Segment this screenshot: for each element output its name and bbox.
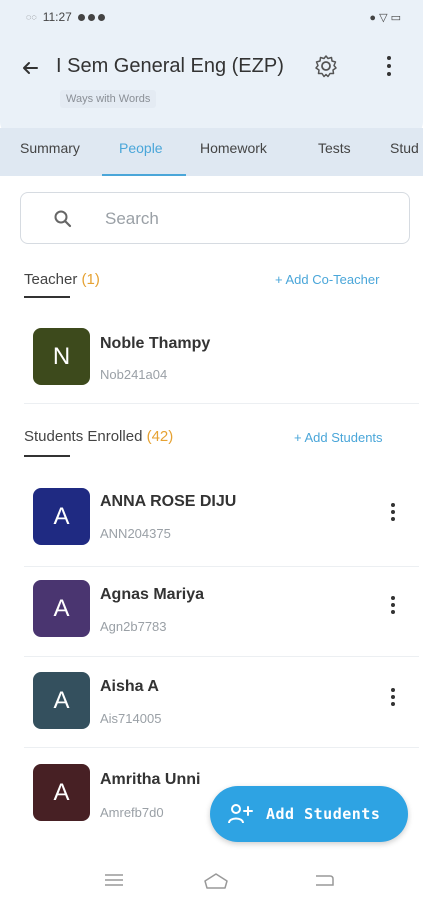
divider [24, 656, 419, 657]
person-name: ANNA ROSE DIJU [100, 493, 237, 510]
active-tab-indicator [102, 174, 186, 176]
home-nav-button[interactable] [203, 872, 229, 890]
back-nav-button[interactable] [313, 872, 339, 890]
back-button[interactable] [20, 54, 48, 82]
teacher-row[interactable]: N Noble Thampy Nob241a04 [0, 320, 423, 400]
fab-label: Add Students [266, 805, 381, 823]
notification-icon [87, 13, 95, 21]
header-row: I Sem General Eng (EZP) [0, 50, 423, 84]
menu-nav-button[interactable] [103, 872, 129, 890]
student-row[interactable]: A Agnas Mariya Agn2b7783 [0, 572, 423, 652]
dot [387, 56, 391, 60]
person-id: ANN204375 [100, 526, 171, 541]
search-box[interactable] [20, 192, 410, 244]
notification-icon [97, 13, 105, 21]
page-title: I Sem General Eng (EZP) [56, 55, 284, 77]
course-subtitle: Ways with Words [60, 90, 157, 108]
tab-students[interactable]: Stud [390, 140, 419, 156]
students-section-title: Students Enrolled (42) [24, 428, 173, 445]
student-menu-button[interactable] [385, 592, 401, 618]
tab-bar: Summary People Homework Tests Stud [0, 128, 423, 176]
person-id: Agn2b7783 [100, 619, 167, 634]
status-right: ● ▽ ▭ [369, 11, 401, 24]
signal-indicator: ◌◌ [26, 12, 37, 22]
teacher-count: (1) [81, 271, 100, 288]
person-name: Aisha A [100, 678, 159, 695]
student-menu-button[interactable] [385, 684, 401, 710]
students-heading-underline [24, 455, 70, 457]
avatar: A [33, 488, 90, 545]
status-left: ◌◌ 11:27 [26, 10, 105, 24]
status-time: 11:27 [42, 10, 72, 24]
avatar: A [33, 764, 90, 821]
add-co-teacher-link[interactable]: + Add Co-Teacher [275, 272, 379, 287]
divider [24, 566, 419, 567]
gear-icon [315, 55, 337, 78]
back-arrow-icon [23, 62, 38, 74]
avatar-initial: A [53, 778, 70, 806]
search-icon [54, 210, 72, 228]
students-heading: Students Enrolled [24, 428, 143, 445]
person-name: Noble Thampy [100, 335, 211, 352]
person-name: Amritha Unni [100, 771, 201, 788]
add-students-fab[interactable]: Add Students [210, 786, 408, 842]
teacher-heading-underline [24, 296, 70, 298]
person-id: Ais714005 [100, 711, 162, 726]
avatar-initial: N [52, 342, 71, 370]
dot [387, 72, 391, 76]
student-row[interactable]: A ANNA ROSE DIJU ANN204375 [0, 480, 423, 560]
back-nav-icon [316, 875, 334, 886]
avatar-initial: A [53, 502, 70, 530]
students-count: (42) [146, 428, 174, 445]
tab-tests[interactable]: Tests [318, 140, 351, 156]
tab-people[interactable]: People [119, 140, 163, 156]
search-input[interactable] [105, 207, 395, 231]
person-id: Amrefb7d0 [100, 805, 164, 820]
student-row[interactable]: A Aisha A Ais714005 [0, 664, 423, 744]
tab-summary[interactable]: Summary [20, 140, 80, 156]
system-nav-bar [0, 860, 423, 901]
app-header: I Sem General Eng (EZP) Ways with Words [0, 34, 423, 122]
avatar-initial: A [53, 686, 70, 714]
avatar: N [33, 328, 90, 385]
settings-button[interactable] [313, 53, 339, 79]
avatar: A [33, 580, 90, 637]
add-person-icon [228, 804, 253, 824]
notification-icons [77, 13, 105, 21]
teacher-heading: Teacher [24, 271, 78, 288]
menu-icon [105, 874, 123, 886]
teacher-section-title: Teacher (1) [24, 271, 100, 288]
person-id: Nob241a04 [100, 367, 168, 382]
avatar-initial: A [53, 594, 70, 622]
notification-icon [77, 13, 85, 21]
avatar: A [33, 672, 90, 729]
student-menu-button[interactable] [385, 499, 401, 525]
person-name: Agnas Mariya [100, 586, 205, 603]
tab-homework[interactable]: Homework [200, 140, 267, 156]
divider [24, 403, 419, 404]
dot [387, 64, 391, 68]
divider [24, 747, 419, 748]
home-icon [204, 873, 228, 889]
status-bar: ◌◌ 11:27 ● ▽ ▭ [0, 0, 423, 34]
add-students-link[interactable]: + Add Students [294, 430, 383, 445]
more-options-button[interactable] [381, 52, 397, 80]
